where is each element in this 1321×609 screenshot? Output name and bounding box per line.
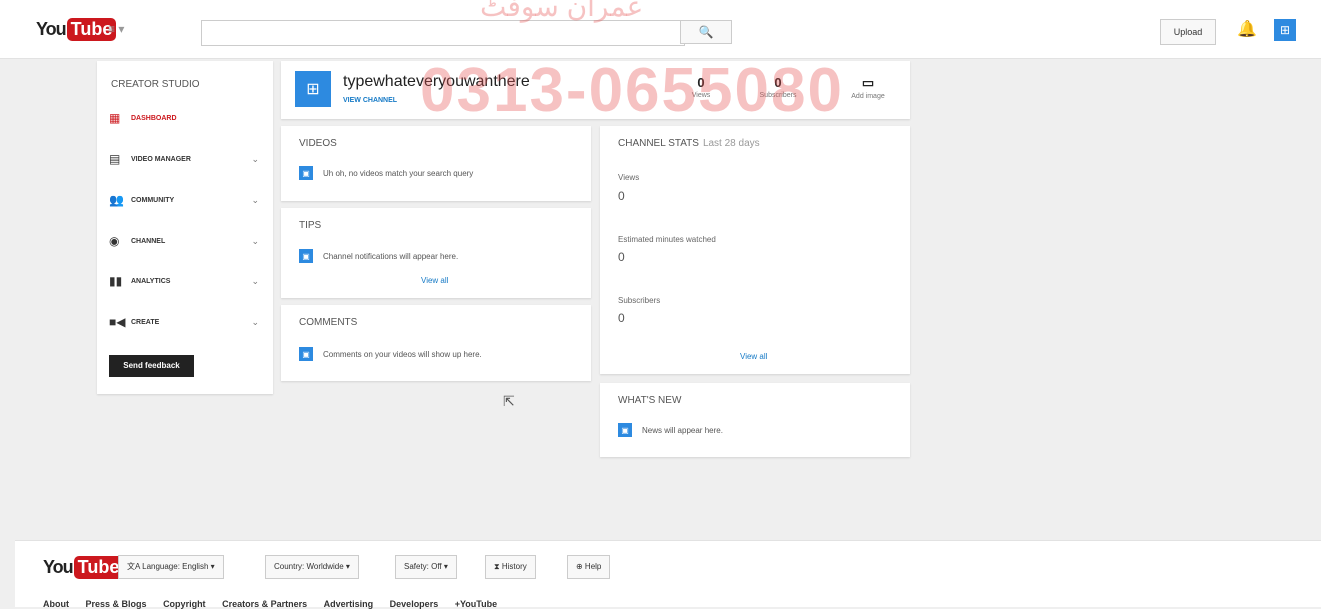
search-input[interactable] <box>201 20 685 46</box>
channel-avatar[interactable]: ⊞ <box>295 71 331 107</box>
sidebar-item-analytics[interactable]: ▮▮ ANALYTICS ⌄ <box>109 272 259 290</box>
guide-menu-icon[interactable]: ≡ ▾ <box>108 22 124 36</box>
comments-message-row: ▣ Comments on your videos will show up h… <box>299 347 482 361</box>
view-channel-link[interactable]: VIEW CHANNEL <box>343 97 397 104</box>
stats-minutes-label: Estimated minutes watched <box>618 235 716 244</box>
watermark-number: 0313-0655080 <box>420 56 844 125</box>
stats-minutes-value: 0 <box>618 250 625 264</box>
sidebar-item-community[interactable]: 👥 COMMUNITY ⌄ <box>109 191 259 209</box>
chevron-down-icon[interactable]: ⌄ <box>251 154 259 165</box>
footer: You Tube 文A Language: English ▾ Country: … <box>15 540 1321 609</box>
comments-title: COMMENTS <box>299 317 358 328</box>
footer-link-about[interactable]: About <box>43 599 69 609</box>
videos-message: Uh oh, no videos match your search query <box>323 168 474 178</box>
safety-mode-button[interactable]: Safety: Off ▾ <box>395 555 457 579</box>
whats-new-message: News will appear here. <box>642 425 723 435</box>
camera-icon: ■◀ <box>109 315 126 329</box>
tips-message: Channel notifications will appear here. <box>323 251 459 261</box>
tips-card: TIPS ▣ Channel notifications will appear… <box>281 208 591 298</box>
footer-link-plus-youtube[interactable]: +YouTube <box>455 599 497 609</box>
sidebar-item-create[interactable]: ■◀ CREATE ⌄ <box>109 313 259 331</box>
chevron-down-icon[interactable]: ⌄ <box>251 195 259 206</box>
footer-link-advertising[interactable]: Advertising <box>324 599 374 609</box>
chevron-down-icon[interactable]: ⌄ <box>251 276 259 287</box>
sidebar-item-label: VIDEO MANAGER <box>131 155 191 163</box>
tips-view-all-link[interactable]: View all <box>421 276 448 285</box>
footer-links: About Press & Blogs Copyright Creators &… <box>43 599 511 609</box>
videos-card: VIDEOS ▣ Uh oh, no videos match your sea… <box>281 126 591 201</box>
tips-message-row: ▣ Channel notifications will appear here… <box>299 249 458 263</box>
footer-youtube-logo[interactable]: You Tube <box>43 556 124 579</box>
stats-view-all-link[interactable]: View all <box>740 352 767 361</box>
info-icon: ▣ <box>618 423 632 437</box>
sidebar-item-label: CREATE <box>131 318 160 326</box>
whats-new-card: WHAT'S NEW ▣ News will appear here. <box>600 383 910 457</box>
country-picker-button[interactable]: Country: Worldwide ▾ <box>265 555 359 579</box>
comments-message: Comments on your videos will show up her… <box>323 349 482 359</box>
stats-subscribers-value: 0 <box>618 311 625 325</box>
videos-message-row: ▣ Uh oh, no videos match your search que… <box>299 166 473 180</box>
sidebar-item-label: CHANNEL <box>131 237 166 245</box>
notifications-bell-icon[interactable]: 🔔 <box>1237 19 1257 39</box>
info-icon: ▣ <box>299 249 313 263</box>
comments-card: COMMENTS ▣ Comments on your videos will … <box>281 305 591 381</box>
search-button[interactable]: 🔍 <box>680 20 732 44</box>
film-icon: ▤ <box>109 152 121 166</box>
top-bar: You Tube ≡ ▾ 🔍 Upload 🔔 ⊞ <box>0 0 1321 59</box>
dashboard-icon: ▦ <box>109 111 121 125</box>
chevron-down-icon[interactable]: ⌄ <box>251 236 259 247</box>
footer-link-creators[interactable]: Creators & Partners <box>222 599 307 609</box>
user-icon: ◉ <box>109 234 120 248</box>
channel-stats-title: CHANNEL STATS Last 28 days <box>618 138 760 149</box>
chart-icon: ▮▮ <box>109 274 123 288</box>
search-icon: 🔍 <box>698 25 714 39</box>
sidebar-item-label: DASHBOARD <box>131 114 177 122</box>
footer-link-press[interactable]: Press & Blogs <box>86 599 147 609</box>
stats-views-label: Views <box>618 173 640 182</box>
sidebar-item-video-manager[interactable]: ▤ VIDEO MANAGER ⌄ <box>109 150 259 168</box>
whats-new-title: WHAT'S NEW <box>618 395 682 406</box>
sidebar-item-channel[interactable]: ◉ CHANNEL ⌄ <box>109 232 259 250</box>
stats-subscribers-label: Subscribers <box>618 296 661 305</box>
account-avatar[interactable]: ⊞ <box>1274 19 1296 41</box>
sidebar-item-label: COMMUNITY <box>131 196 175 204</box>
tips-title: TIPS <box>299 220 322 231</box>
creator-studio-sidebar: CREATOR STUDIO ▦ DASHBOARD ▤ VIDEO MANAG… <box>97 61 273 394</box>
videos-title: VIDEOS <box>299 138 337 149</box>
chevron-down-icon[interactable]: ⌄ <box>251 317 259 328</box>
youtube-logo[interactable]: You Tube <box>36 18 117 41</box>
whats-new-message-row: ▣ News will appear here. <box>618 423 723 437</box>
sidebar-item-label: ANALYTICS <box>131 277 171 285</box>
footer-link-copyright[interactable]: Copyright <box>163 599 206 609</box>
info-icon: ▣ <box>299 166 313 180</box>
add-image-label: Add image <box>851 93 885 100</box>
add-image-stat[interactable]: ▭ Add image <box>843 75 893 100</box>
send-feedback-button[interactable]: Send feedback <box>109 355 194 377</box>
language-picker-button[interactable]: 文A Language: English ▾ <box>118 555 224 579</box>
stats-views-value: 0 <box>618 189 625 203</box>
info-icon: ▣ <box>299 347 313 361</box>
sidebar-item-dashboard[interactable]: ▦ DASHBOARD <box>109 109 259 127</box>
people-icon: 👥 <box>109 193 124 207</box>
sidebar-title: CREATOR STUDIO <box>111 79 200 90</box>
mouse-cursor-icon: ⇱ <box>503 393 515 409</box>
channel-stats-period: Last 28 days <box>702 138 760 149</box>
history-button[interactable]: ⧗ History <box>485 555 536 579</box>
image-icon: ▭ <box>861 75 875 90</box>
help-button[interactable]: ⊕ Help <box>567 555 611 579</box>
upload-button[interactable]: Upload <box>1160 19 1216 45</box>
footer-link-developers[interactable]: Developers <box>390 599 439 609</box>
channel-stats-card: CHANNEL STATS Last 28 days Views 0 Estima… <box>600 126 910 374</box>
watermark-script: عمران سوفٹ <box>480 0 644 22</box>
